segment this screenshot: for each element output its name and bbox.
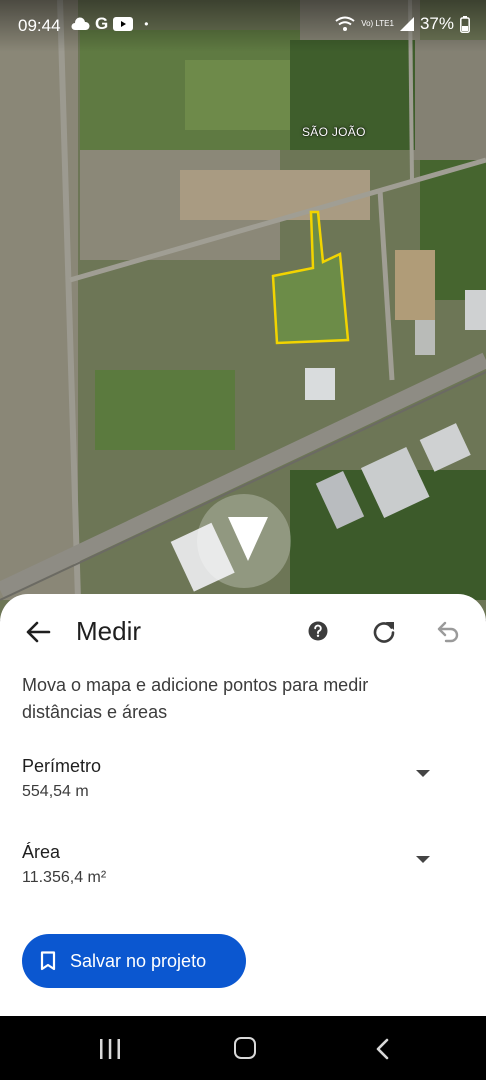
- help-button[interactable]: [306, 619, 330, 643]
- battery-percent: 37%: [419, 14, 454, 33]
- youtube-icon: [113, 17, 134, 31]
- status-time: 09:44: [18, 16, 61, 35]
- undo-button[interactable]: [434, 618, 462, 646]
- network-label: Vo) LTE1: [361, 19, 394, 28]
- save-to-project-button[interactable]: Salvar no projeto: [22, 934, 246, 988]
- area-value: 11.356,4 m²: [22, 869, 107, 886]
- weather-cloud-icon: [71, 17, 90, 30]
- help-icon: [308, 621, 328, 641]
- map-imagery: [0, 0, 486, 620]
- g-icon: G: [95, 14, 109, 33]
- chevron-down-icon[interactable]: [416, 770, 430, 777]
- area-row[interactable]: Área 11.356,4 m²: [22, 842, 462, 887]
- back-button[interactable]: [20, 614, 56, 650]
- nav-back-icon[interactable]: [374, 1038, 390, 1060]
- measure-bottom-sheet: Medir Mova o mapa e adicione pontos para…: [0, 594, 486, 1016]
- wifi-icon: [335, 16, 355, 31]
- area-label: Área: [22, 842, 61, 862]
- battery-icon: [460, 15, 470, 33]
- arrow-back-icon: [26, 621, 51, 643]
- chevron-down-icon[interactable]: [416, 856, 430, 863]
- reset-button[interactable]: [370, 618, 398, 646]
- sheet-title: Medir: [76, 616, 142, 646]
- undo-icon: [437, 621, 459, 643]
- save-to-project-label: Salvar no projeto: [70, 950, 207, 971]
- sheet-header: Medir: [0, 594, 486, 668]
- satellite-map[interactable]: SÃO JOÃO: [0, 0, 486, 620]
- map-place-label: SÃO JOÃO: [302, 125, 366, 139]
- status-notification-icons: G •: [70, 14, 148, 34]
- status-bar: 09:44 G • Vo) LTE1 37%: [0, 0, 486, 52]
- signal-icon: [399, 17, 414, 31]
- instructions-text: Mova o mapa e adicione pontos para medir…: [22, 675, 369, 722]
- perimeter-label: Perímetro: [22, 756, 102, 776]
- perimeter-value: 554,54 m: [22, 783, 89, 800]
- bookmark-icon: [40, 951, 56, 971]
- reset-icon: [373, 622, 395, 643]
- status-system-icons: Vo) LTE1 37%: [335, 14, 470, 34]
- perimeter-row[interactable]: Perímetro 554,54 m: [22, 756, 462, 801]
- home-icon[interactable]: [234, 1037, 256, 1059]
- system-navigation-bar: [0, 1016, 486, 1080]
- notification-dot: •: [144, 17, 149, 31]
- recent-apps-icon[interactable]: [98, 1038, 122, 1060]
